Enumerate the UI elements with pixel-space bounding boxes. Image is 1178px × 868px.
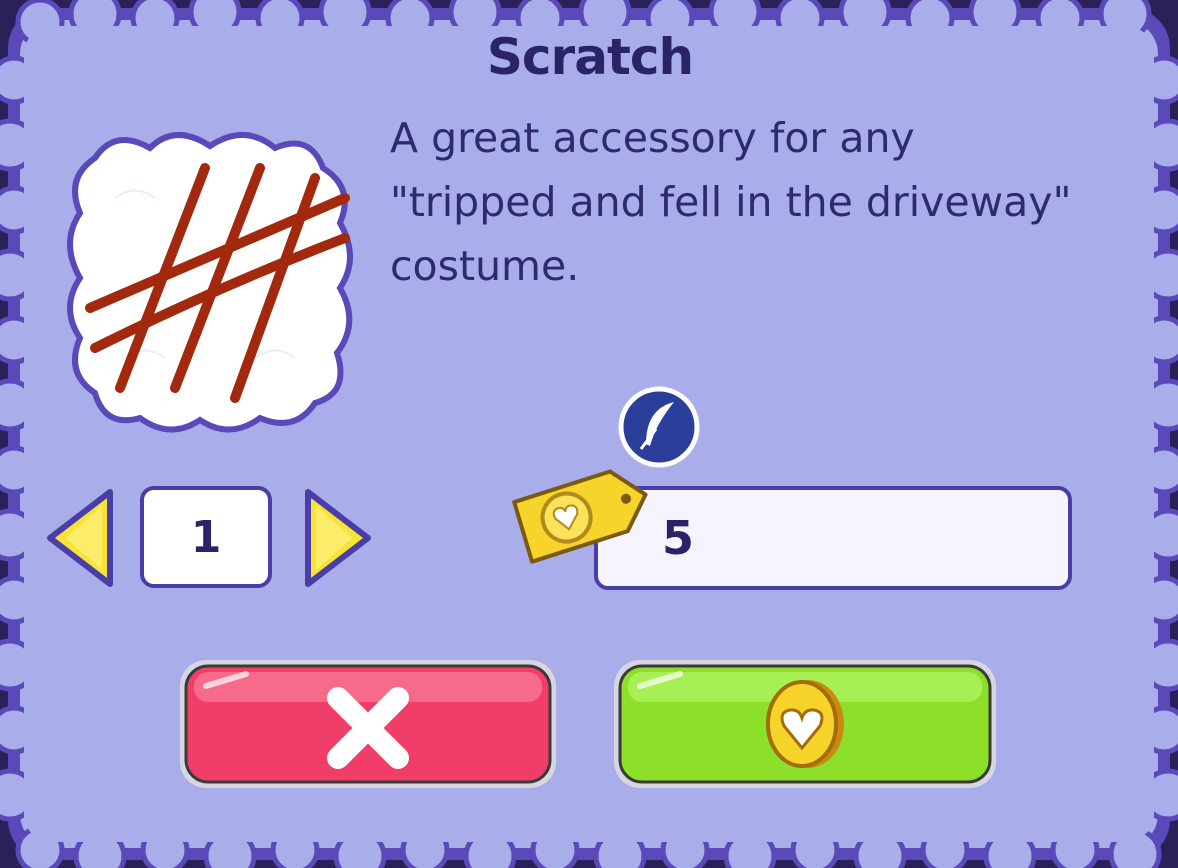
quantity-value: 1 xyxy=(140,486,272,588)
item-description: A great accessory for any "tripped and f… xyxy=(390,114,1072,290)
scratch-marks-icon xyxy=(67,132,353,433)
cancel-button[interactable] xyxy=(176,656,560,792)
heart-coin-icon xyxy=(766,680,844,768)
increase-quantity-button[interactable] xyxy=(298,484,378,592)
decrease-quantity-button[interactable] xyxy=(40,484,120,592)
item-title: Scratch xyxy=(486,28,694,86)
price-value: 5 xyxy=(594,486,1072,590)
heart-coin-tag-icon xyxy=(512,469,648,564)
purchase-dialog: Scratch A great accessory for any "tripp… xyxy=(0,0,1178,868)
buy-button[interactable] xyxy=(610,656,1000,792)
